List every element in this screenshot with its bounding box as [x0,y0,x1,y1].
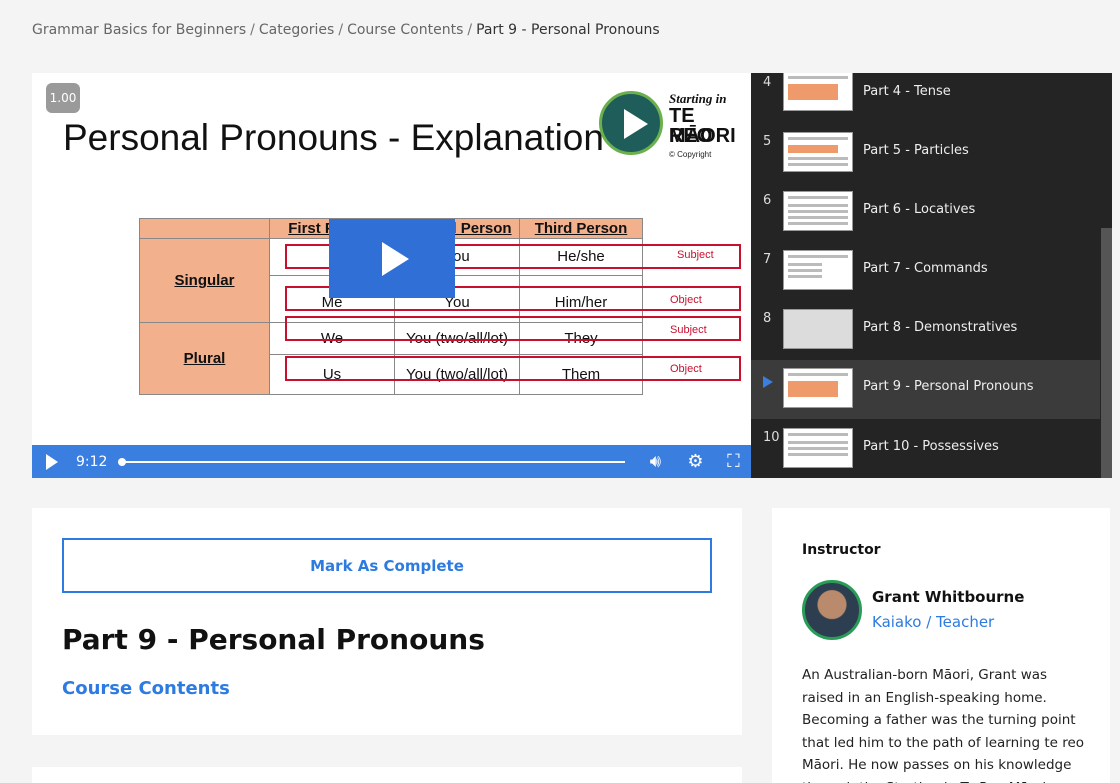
playlist-thumbnail [783,250,853,290]
playlist-thumbnail [783,191,853,231]
course-contents-link[interactable]: Course Contents [62,678,230,699]
playlist-item-number: 10 [763,430,780,445]
avatar [802,580,862,640]
play-icon[interactable] [46,453,58,470]
playlist-item-number: 5 [763,134,772,149]
lesson-card: Mark As Complete Part 9 - Personal Prono… [32,508,742,735]
instructor-bio: An Australian-born Māori, Grant was rais… [802,667,1085,783]
scrubber-knob[interactable] [118,457,127,466]
playlist-item-title: Part 7 - Commands [863,261,988,276]
instructor-role-link[interactable]: Kaiako / Teacher [872,613,994,631]
playlist-item-number: 7 [763,252,772,267]
mark-as-complete-button[interactable]: Mark As Complete [62,538,712,593]
playlist-scrollbar[interactable] [1101,228,1112,478]
volume-icon[interactable]: 🔊︎ [641,451,669,472]
slide-title: Personal Pronouns - Explanation [63,117,604,158]
brand-line-3: MĀORI [669,125,736,147]
row-tag: Subject [677,249,714,261]
playlist-thumbnail [783,73,853,111]
video-player[interactable]: 1.00 Personal Pronouns - Explanation Sta… [32,73,751,478]
row-group-label: Singular [139,238,270,323]
brand-copyright: © Copyright [669,150,712,159]
breadcrumb: Grammar Basics for Beginners / Categories /… [32,22,660,38]
playlist-item-number: 8 [763,311,772,326]
playlist-item-active[interactable]: Part 9 - Personal Pronouns [751,360,1100,419]
playlist-item-title: Part 5 - Particles [863,143,969,158]
instructor-name: Grant Whitbourne [872,588,1025,606]
lesson-title: Part 9 - Personal Pronouns [62,623,485,656]
playlist-thumbnail [783,428,853,468]
breadcrumb-separator: / [250,22,255,38]
breadcrumb-link-course-contents[interactable]: Course Contents [347,22,463,38]
row-tag: Object [670,363,702,375]
playlist-thumbnail [783,132,853,172]
video-playlist[interactable]: 4 Part 4 - Tense 5 Part 5 - Particles 6 … [751,73,1112,478]
playlist-item[interactable]: 10 Part 10 - Possessives [751,428,1100,478]
playlist-item-title: Part 9 - Personal Pronouns [863,379,1034,394]
now-playing-icon [763,376,773,388]
table-corner [139,218,270,239]
progress-scrubber[interactable] [118,457,626,466]
playlist-item-title: Part 8 - Demonstratives [863,320,1018,335]
playback-speed-badge[interactable]: 1.00 [46,83,80,113]
row-tag: Subject [670,324,707,336]
breadcrumb-separator: / [467,22,473,38]
video-time: 9:12 [76,453,108,470]
settings-icon[interactable]: ⚙ [681,451,709,472]
instructor-card: Instructor Grant Whitbourne Kaiako / Tea… [772,508,1110,783]
breadcrumb-link-course[interactable]: Grammar Basics for Beginners [32,22,246,38]
playlist-thumbnail [783,368,853,408]
playlist-item[interactable]: 4 Part 4 - Tense [751,73,1100,132]
breadcrumb-current: Part 9 - Personal Pronouns [476,22,660,38]
table-header: Third Person [519,218,643,239]
playlist-item-title: Part 6 - Locatives [863,202,976,217]
brand-play-icon [599,91,663,155]
video-controls: 9:12 🔊︎ ⚙ ⛶ [32,445,751,478]
fullscreen-icon[interactable]: ⛶ [719,451,747,472]
playlist-item-title: Part 4 - Tense [863,84,951,99]
next-card [32,767,742,783]
brand-logo: Starting in TE REO MĀORI © Copyright [597,87,742,163]
playlist-item-number: 4 [763,75,772,90]
instructor-heading: Instructor [802,542,881,558]
playlist-item[interactable]: 7 Part 7 - Commands [751,250,1100,309]
playlist-item-title: Part 10 - Possessives [863,439,999,454]
playlist-item[interactable]: 5 Part 5 - Particles [751,132,1100,191]
breadcrumb-separator: / [338,22,344,38]
playlist-item[interactable]: 6 Part 6 - Locatives [751,191,1100,250]
playlist-item-number: 6 [763,193,772,208]
playlist-thumbnail [783,309,853,349]
row-tag: Object [670,294,702,306]
row-group-label: Plural [139,322,270,395]
breadcrumb-link-categories[interactable]: Categories [259,22,334,38]
big-play-button[interactable] [329,219,455,298]
